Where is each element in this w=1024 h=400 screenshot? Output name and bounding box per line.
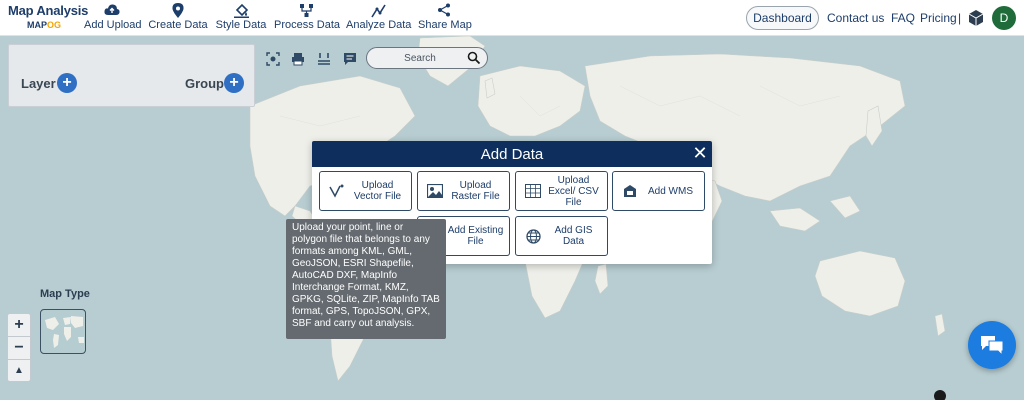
analyze-icon <box>346 2 410 18</box>
spreadsheet-icon <box>522 184 544 198</box>
chat-button[interactable] <box>968 321 1016 369</box>
screenshot-tool-icon[interactable] <box>264 50 282 68</box>
close-icon[interactable]: ✕ <box>692 144 708 162</box>
option-label: Upload Excel/ CSV File <box>548 174 599 208</box>
raster-image-icon <box>424 184 446 198</box>
map-type-thumbnail[interactable] <box>40 309 86 354</box>
nav-analyze-data[interactable]: Analyze Data <box>346 2 412 34</box>
layer-panel: Layer + Group + <box>8 44 255 107</box>
paint-bucket-icon <box>215 2 267 18</box>
cloud-upload-icon <box>84 2 140 18</box>
search-icon[interactable] <box>467 51 481 65</box>
nav-style-data[interactable]: Style Data <box>215 2 267 34</box>
contact-link[interactable]: Contact us <box>827 11 884 25</box>
wms-layers-icon <box>619 184 641 198</box>
option-label: Upload Vector File <box>353 180 402 202</box>
print-icon[interactable] <box>289 50 307 68</box>
option-label: Add Existing File <box>447 225 504 247</box>
vector-icon <box>326 184 348 198</box>
vector-upload-tooltip: Upload your point, line or polygon file … <box>286 219 446 339</box>
logo-title: Map Analysis <box>8 3 89 18</box>
nav-add-upload[interactable]: Add Upload <box>84 2 142 34</box>
add-wms-button[interactable]: Add WMS <box>612 171 705 211</box>
zoom-in-button[interactable]: + <box>8 314 30 336</box>
cube-icon[interactable] <box>967 9 985 27</box>
pricing-separator: | <box>958 11 962 25</box>
measure-icon[interactable] <box>315 50 333 68</box>
add-group-button[interactable]: + <box>224 73 244 93</box>
map-pin-icon <box>148 2 208 18</box>
globe-icon <box>522 228 544 244</box>
upload-excel-csv-button[interactable]: Upload Excel/ CSV File <box>515 171 608 211</box>
nav-label: Style Data <box>215 19 267 31</box>
user-avatar[interactable]: D <box>992 6 1016 30</box>
top-navbar: Map Analysis MAPOG Add Upload Create Dat… <box>0 0 1024 36</box>
add-layer-button[interactable]: + <box>57 73 77 93</box>
nav-label: Process Data <box>274 19 341 31</box>
zoom-out-button[interactable]: − <box>8 336 30 358</box>
nav-label: Share Map <box>418 19 472 31</box>
search-input[interactable] <box>375 51 465 65</box>
zoom-controls: + − ▲ <box>7 313 31 382</box>
map-type-label: Map Type <box>40 288 90 300</box>
upload-raster-file-button[interactable]: Upload Raster File <box>417 171 510 211</box>
chat-bubble-icon <box>981 336 1004 356</box>
process-nodes-icon <box>274 2 338 18</box>
faq-link[interactable]: FAQ <box>891 11 915 25</box>
reset-north-button[interactable]: ▲ <box>8 359 30 381</box>
nav-share-map[interactable]: Share Map <box>418 2 472 34</box>
modal-title: Add Data <box>480 146 544 163</box>
option-label: Add WMS <box>647 185 693 197</box>
logo-sub-part-a: MAP <box>27 20 47 30</box>
nav-label: Analyze Data <box>346 19 412 31</box>
dashboard-button[interactable]: Dashboard <box>746 6 819 30</box>
comment-icon[interactable] <box>341 50 359 68</box>
option-label: Upload Raster File <box>451 180 500 202</box>
nav-create-data[interactable]: Create Data <box>148 2 208 34</box>
map-search-box[interactable] <box>366 47 488 69</box>
modal-header: Add Data ✕ <box>312 141 712 167</box>
group-label: Group <box>185 76 224 91</box>
pricing-link[interactable]: Pricing <box>920 11 957 25</box>
logo-subtitle: MAPOG <box>27 20 61 30</box>
app-logo[interactable]: Map Analysis MAPOG <box>8 3 89 33</box>
logo-sub-part-b: OG <box>47 20 62 30</box>
upload-vector-file-button[interactable]: Upload Vector File <box>319 171 412 211</box>
add-gis-data-button[interactable]: Add GIS Data <box>515 216 608 256</box>
nav-label: Add Upload <box>84 19 142 31</box>
option-label: Add GIS Data <box>554 225 593 247</box>
nav-process-data[interactable]: Process Data <box>274 2 341 34</box>
share-icon <box>418 2 470 18</box>
nav-label: Create Data <box>148 19 208 31</box>
tooltip-text: Upload your point, line or polygon file … <box>292 222 440 329</box>
layer-label: Layer <box>21 76 56 91</box>
info-icon[interactable] <box>934 390 946 400</box>
